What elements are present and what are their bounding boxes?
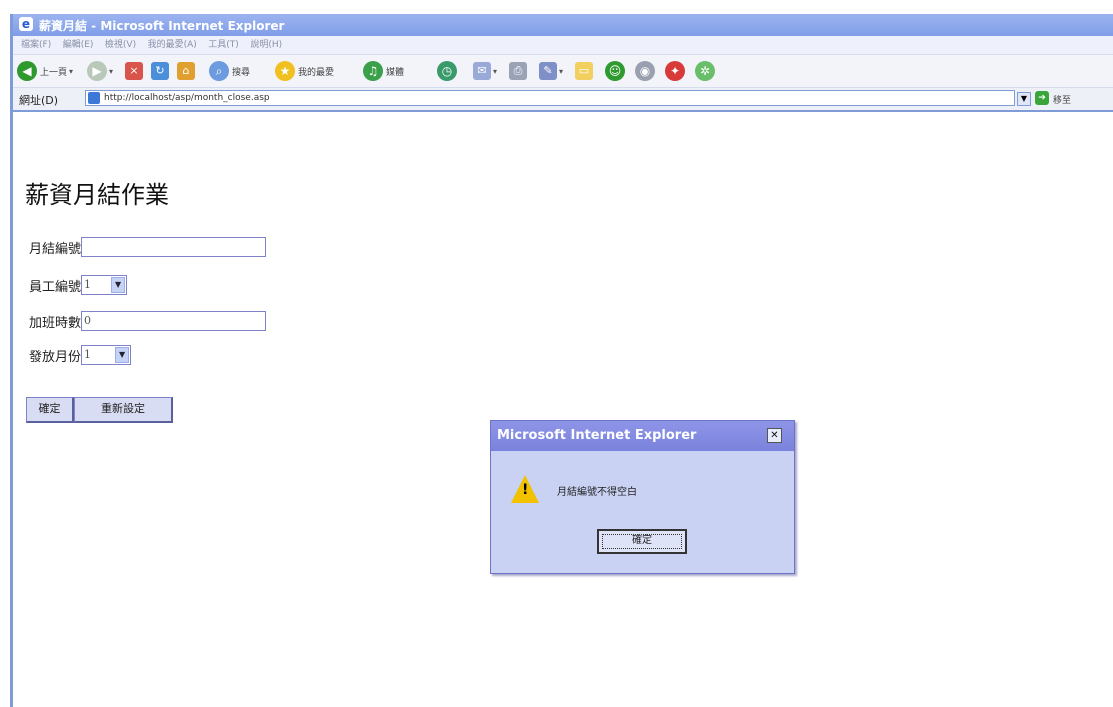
dialog-title: Microsoft Internet Explorer bbox=[497, 428, 697, 443]
home-button[interactable]: ⌂ bbox=[177, 59, 195, 83]
stop-button[interactable]: × bbox=[125, 59, 143, 83]
overtime-input[interactable]: 0 bbox=[81, 311, 267, 331]
media-label: 媒體 bbox=[386, 67, 405, 78]
warning-exclamation: ! bbox=[522, 482, 529, 498]
print-button[interactable]: ⎙ bbox=[509, 59, 527, 83]
print-icon: ⎙ bbox=[509, 62, 527, 80]
pay-month-value: 1 bbox=[84, 348, 92, 361]
messenger-button[interactable]: ☺ bbox=[605, 59, 625, 83]
toolbar: ◀ 上一頁 ▾ ▶ ▾ × ↻ ⌂ ⌕ 搜尋 ★ 我的最愛 ♫ 媒體 ◷ ✉ ▾… bbox=[13, 55, 1113, 88]
back-button[interactable]: ◀ 上一頁 ▾ bbox=[17, 59, 73, 83]
pay-month-select[interactable]: 1 ▼ bbox=[81, 345, 132, 365]
folder-icon: ▭ bbox=[575, 62, 593, 80]
favorites-label: 我的最愛 bbox=[298, 67, 335, 78]
menu-favorites[interactable]: 我的最愛(A) bbox=[148, 36, 197, 54]
forward-dropdown-icon[interactable]: ▾ bbox=[109, 67, 113, 76]
history-button[interactable]: ◷ bbox=[437, 59, 457, 83]
back-label: 上一頁 bbox=[40, 67, 68, 78]
reset-button[interactable]: 重新設定 bbox=[74, 397, 173, 423]
mail-icon: ✉ bbox=[473, 62, 491, 80]
chevron-down-icon: ▼ bbox=[115, 347, 130, 363]
tools-icon: ✲ bbox=[695, 61, 715, 81]
close-no-row: 月結編號 bbox=[29, 236, 267, 258]
address-dropdown-icon[interactable]: ▼ bbox=[1017, 92, 1031, 106]
close-icon[interactable]: ✕ bbox=[767, 428, 782, 443]
refresh-button[interactable]: ↻ bbox=[151, 59, 169, 83]
menu-view[interactable]: 檢視(V) bbox=[105, 36, 136, 54]
tools-button[interactable]: ✲ bbox=[695, 59, 715, 83]
emp-no-value: 1 bbox=[84, 278, 92, 291]
history-icon: ◷ bbox=[437, 61, 457, 81]
go-icon[interactable]: ➔ bbox=[1035, 91, 1049, 105]
search-button[interactable]: ⌕ 搜尋 bbox=[209, 59, 250, 83]
address-bar: 網址(D) http://localhost/asp/month_close.a… bbox=[13, 88, 1113, 112]
media-icon: ♫ bbox=[363, 61, 383, 81]
stop-icon: × bbox=[125, 62, 143, 80]
emp-no-label: 員工編號 bbox=[29, 279, 82, 295]
dialog-title-bar: Microsoft Internet Explorer ✕ bbox=[491, 421, 794, 451]
mail-dropdown-icon[interactable]: ▾ bbox=[493, 67, 497, 76]
favorites-button[interactable]: ★ 我的最愛 bbox=[275, 59, 334, 83]
title-bar: e 薪資月結 - Microsoft Internet Explorer bbox=[13, 14, 1113, 36]
emp-no-select[interactable]: 1 ▼ bbox=[81, 275, 128, 295]
discuss-button[interactable]: ◉ bbox=[635, 59, 655, 83]
dialog-message: 月結編號不得空白 bbox=[557, 487, 637, 498]
dialog-ok-button[interactable]: 確定 bbox=[597, 529, 687, 554]
menu-edit[interactable]: 編輯(E) bbox=[63, 36, 94, 54]
menu-help[interactable]: 說明(H) bbox=[250, 36, 282, 54]
menu-bar: 檔案(F) 編輯(E) 檢視(V) 我的最愛(A) 工具(T) 說明(H) bbox=[13, 36, 1113, 55]
close-no-label: 月結編號 bbox=[29, 241, 82, 257]
pay-month-row: 發放月份 1 ▼ bbox=[29, 344, 132, 366]
media-button[interactable]: ♫ 媒體 bbox=[363, 59, 404, 83]
window-title: 薪資月結 - Microsoft Internet Explorer bbox=[39, 19, 285, 33]
pay-month-label: 發放月份 bbox=[29, 349, 82, 365]
close-no-input[interactable] bbox=[81, 237, 267, 257]
menu-tools[interactable]: 工具(T) bbox=[208, 36, 239, 54]
search-icon: ⌕ bbox=[209, 61, 229, 81]
ie-logo-icon: e bbox=[19, 17, 33, 31]
page-title: 薪資月結作業 bbox=[25, 181, 169, 209]
alert-dialog: Microsoft Internet Explorer ✕ ! 月結編號不得空白… bbox=[490, 420, 795, 574]
chevron-down-icon: ▼ bbox=[111, 277, 126, 293]
submit-button[interactable]: 確定 bbox=[26, 397, 74, 423]
browser-window: e 薪資月結 - Microsoft Internet Explorer 檔案(… bbox=[10, 14, 1113, 707]
edit-icon: ✎ bbox=[539, 62, 557, 80]
address-input[interactable]: http://localhost/asp/month_close.asp bbox=[85, 90, 1015, 106]
address-url: http://localhost/asp/month_close.asp bbox=[104, 93, 270, 103]
messenger-icon: ☺ bbox=[605, 61, 625, 81]
favorites-icon: ★ bbox=[275, 61, 295, 81]
overtime-row: 加班時數 0 bbox=[29, 310, 267, 332]
discuss-icon: ◉ bbox=[635, 61, 655, 81]
home-icon: ⌂ bbox=[177, 62, 195, 80]
go-label[interactable]: 移至 bbox=[1053, 93, 1071, 106]
focus-ring bbox=[602, 534, 682, 549]
research-icon: ✦ bbox=[665, 61, 685, 81]
search-label: 搜尋 bbox=[232, 67, 251, 78]
menu-file[interactable]: 檔案(F) bbox=[21, 36, 51, 54]
folder-button[interactable]: ▭ bbox=[575, 59, 593, 83]
emp-no-row: 員工編號 1 ▼ bbox=[29, 274, 128, 296]
overtime-label: 加班時數 bbox=[29, 315, 82, 331]
edit-button[interactable]: ✎ ▾ bbox=[539, 59, 563, 83]
refresh-icon: ↻ bbox=[151, 62, 169, 80]
address-label: 網址(D) bbox=[19, 94, 59, 107]
page-icon bbox=[88, 92, 100, 104]
forward-button[interactable]: ▶ ▾ bbox=[87, 59, 113, 83]
edit-dropdown-icon[interactable]: ▾ bbox=[559, 67, 563, 76]
research-button[interactable]: ✦ bbox=[665, 59, 685, 83]
mail-button[interactable]: ✉ ▾ bbox=[473, 59, 497, 83]
back-icon: ◀ bbox=[17, 61, 37, 81]
back-dropdown-icon[interactable]: ▾ bbox=[69, 67, 73, 76]
forward-icon: ▶ bbox=[87, 61, 107, 81]
